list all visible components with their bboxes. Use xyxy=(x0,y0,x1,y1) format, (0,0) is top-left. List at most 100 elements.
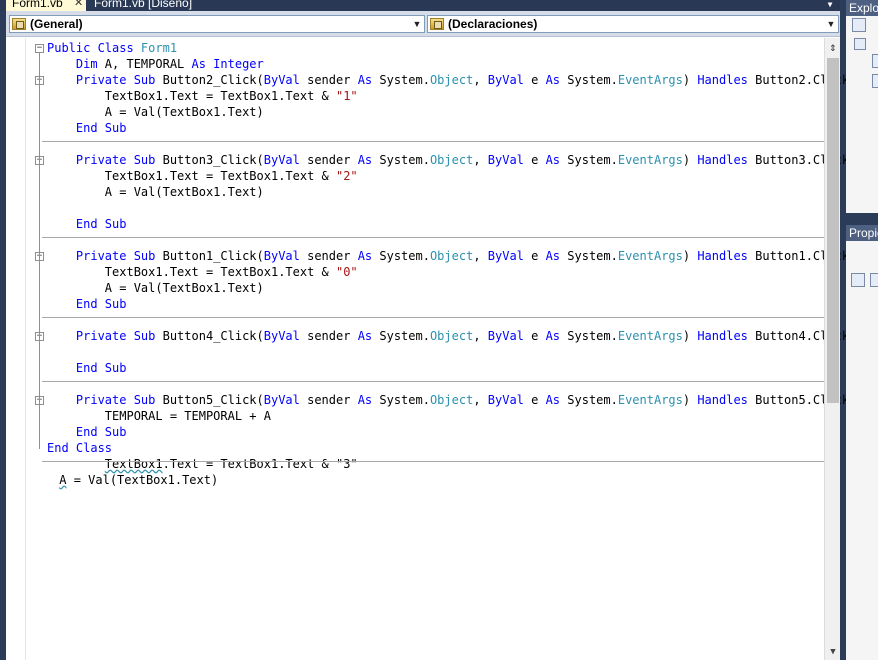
code-token: End Class xyxy=(47,441,113,455)
method-separator xyxy=(42,317,824,318)
scroll-down-icon[interactable]: ▼ xyxy=(826,646,840,658)
code-token: As xyxy=(357,73,380,87)
code-token: EventArgs xyxy=(617,153,683,167)
code-editor: (General) ▼ (Declaraciones) ▼ Public Cla… xyxy=(6,11,849,660)
class-name-value: (General) xyxy=(30,17,83,31)
code-token: TextBox1.Text = TextBox1.Text & xyxy=(47,265,336,279)
code-token: ) xyxy=(682,153,698,167)
method-name-combo[interactable]: (Declaraciones) ▼ xyxy=(427,15,839,33)
code-line: A = Val(TextBox1.Text) xyxy=(52,472,218,488)
code-token: , xyxy=(473,329,488,343)
right-tool-panels: Explorador de soluciones Propiedades xyxy=(846,0,878,660)
tab-form1-design[interactable]: Form1.vb [Diseño] xyxy=(88,0,200,11)
code-token: e xyxy=(531,153,546,167)
code-line: Private Sub Button1_Click(ByVal sender A… xyxy=(47,248,849,264)
code-token: Handles xyxy=(697,153,756,167)
code-token: Button3_Click( xyxy=(162,153,264,167)
solution-explorer-title[interactable]: Explorador de soluciones xyxy=(846,0,878,16)
code-token: System. xyxy=(379,393,430,407)
code-token: As xyxy=(357,329,380,343)
close-icon[interactable]: ✕ xyxy=(74,0,83,11)
method-name-value: (Declaraciones) xyxy=(448,17,538,31)
code-token: EventArgs xyxy=(617,393,683,407)
outline-guide xyxy=(39,261,40,305)
code-token: System. xyxy=(567,393,618,407)
method-separator xyxy=(42,461,824,462)
code-token: TextBox1.Text = TextBox1.Text & xyxy=(47,89,336,103)
code-token: ByVal xyxy=(487,329,532,343)
code-token: EventArgs xyxy=(617,329,683,343)
document-tab-strip: Form1.vb ✕ Form1.vb [Diseño] ▼ xyxy=(0,0,840,11)
code-token: "0" xyxy=(335,265,358,279)
file-icon xyxy=(872,54,878,68)
code-token: System. xyxy=(379,73,430,87)
method-separator xyxy=(42,141,824,142)
code-line: TEMPORAL = TEMPORAL + A xyxy=(47,408,271,424)
code-token: System. xyxy=(379,249,430,263)
code-token: As xyxy=(357,249,380,263)
chevron-down-icon[interactable]: ▼ xyxy=(412,16,422,32)
code-line: TextBox1.Text = TextBox1.Text & "1" xyxy=(47,88,358,104)
code-token: "1" xyxy=(335,89,358,103)
code-token: A = Val(TextBox1.Text) xyxy=(47,185,264,199)
categorized-icon[interactable] xyxy=(851,273,865,287)
code-token: ByVal xyxy=(263,73,308,87)
tab-overflow-chevron-icon[interactable]: ▼ xyxy=(824,0,836,10)
outline-guide xyxy=(39,405,40,433)
code-text-area[interactable]: Public Class Form1 Dim A, TEMPORAL As In… xyxy=(6,38,849,660)
code-token: ) xyxy=(682,73,698,87)
code-token: ByVal xyxy=(487,249,532,263)
code-token: As xyxy=(545,153,568,167)
code-token: ByVal xyxy=(263,249,308,263)
code-token: End Sub xyxy=(47,297,127,311)
project-icon xyxy=(854,38,866,50)
code-token: sender xyxy=(307,393,358,407)
code-token: A = Val(TextBox1.Text) xyxy=(47,105,264,119)
alphabetical-icon[interactable] xyxy=(870,273,878,287)
code-token: e xyxy=(531,73,546,87)
code-token: System. xyxy=(567,329,618,343)
code-token: End Sub xyxy=(47,425,127,439)
code-token: Button5_Click( xyxy=(162,393,264,407)
code-token: TextBox1.Text = TextBox1.Text & xyxy=(47,169,336,183)
code-token: e xyxy=(531,249,546,263)
outline-guide xyxy=(39,341,40,369)
code-token: e xyxy=(531,329,546,343)
code-token: Button2_Click( xyxy=(162,73,264,87)
vertical-scrollbar[interactable]: ⇕ ▼ xyxy=(824,38,840,660)
code-token: sender xyxy=(307,329,358,343)
file-icon xyxy=(872,74,878,88)
code-line: Dim A, TEMPORAL As Integer xyxy=(47,56,264,72)
tab-form1-vb[interactable]: Form1.vb ✕ xyxy=(6,0,86,11)
code-token: TEMPORAL = TEMPORAL + A xyxy=(47,409,271,423)
code-line: Public Class Form1 xyxy=(47,40,177,56)
scrollbar-thumb[interactable] xyxy=(827,58,839,403)
code-token: A = Val(TextBox1.Text) xyxy=(47,281,264,295)
chevron-down-icon[interactable]: ▼ xyxy=(826,16,836,32)
code-token: Handles xyxy=(697,249,756,263)
splitter-icon[interactable]: ⇕ xyxy=(826,39,840,55)
properties-title[interactable]: Propiedades xyxy=(846,225,878,241)
method-separator xyxy=(42,237,824,238)
code-token: Button1_Click( xyxy=(162,249,264,263)
outline-guide xyxy=(39,85,40,129)
code-token: As xyxy=(545,73,568,87)
collapse-icon[interactable]: − xyxy=(35,44,44,53)
navigation-bar: (General) ▼ (Declaraciones) ▼ xyxy=(6,11,840,37)
code-line: Private Sub Button4_Click(ByVal sender A… xyxy=(47,328,849,344)
code-token: , xyxy=(473,73,488,87)
properties-icon[interactable] xyxy=(852,18,866,32)
code-token: As xyxy=(545,329,568,343)
code-token: As xyxy=(545,249,568,263)
tab-label: Form1.vb xyxy=(12,0,63,10)
code-lines: Public Class Form1 Dim A, TEMPORAL As In… xyxy=(6,38,849,660)
code-token: As xyxy=(545,393,568,407)
class-icon xyxy=(12,18,26,30)
class-name-combo[interactable]: (General) ▼ xyxy=(9,15,425,33)
code-token: TextBox1 xyxy=(104,457,163,471)
code-token: Dim xyxy=(47,57,105,71)
code-line: A = Val(TextBox1.Text) xyxy=(47,184,264,200)
code-token: System. xyxy=(379,329,430,343)
code-token: Object xyxy=(429,329,474,343)
code-token: As xyxy=(357,153,380,167)
